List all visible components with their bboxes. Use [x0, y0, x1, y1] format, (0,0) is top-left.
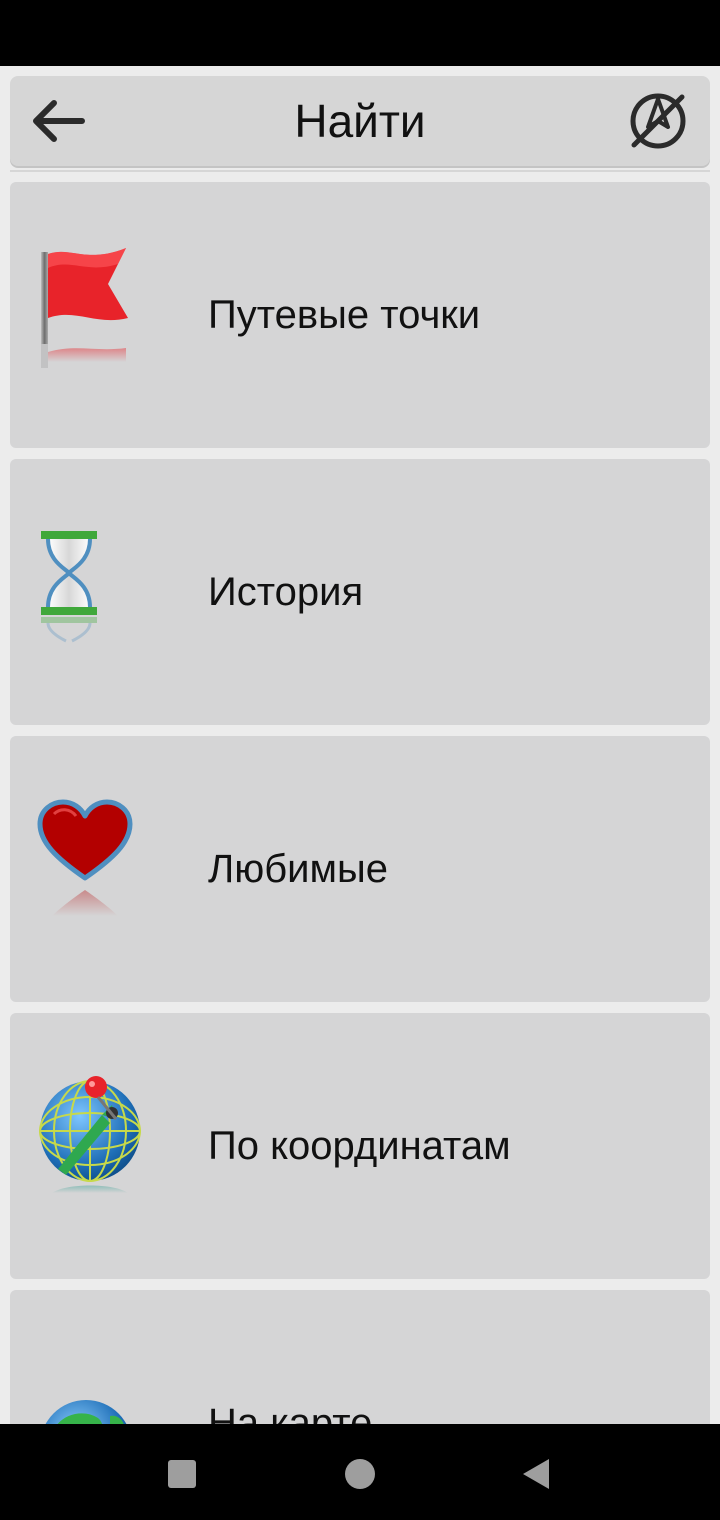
home-button[interactable]	[343, 1457, 377, 1491]
heart-icon	[36, 798, 146, 938]
menu-item-waypoints[interactable]: Путевые точки	[10, 182, 710, 448]
menu-item-history[interactable]: История	[10, 459, 710, 725]
top-bar: Найти	[10, 76, 710, 166]
system-navigation-bar	[0, 1424, 720, 1520]
home-circle-icon	[345, 1459, 375, 1489]
menu-item-label: История	[208, 570, 364, 614]
app-content: Найти Путевые точки История Любимые По к…	[0, 66, 720, 1424]
navigation-off-button[interactable]	[628, 91, 688, 151]
red-flag-icon	[36, 244, 146, 384]
back-triangle-icon	[523, 1459, 549, 1489]
menu-item-label: Путевые точки	[208, 293, 481, 337]
menu-item-on-map[interactable]: На карте	[10, 1290, 710, 1424]
hourglass-icon	[36, 521, 146, 661]
recents-button[interactable]	[165, 1457, 199, 1491]
recents-square-icon	[168, 1460, 196, 1488]
menu-item-favorites[interactable]: Любимые	[10, 736, 710, 1002]
earth-globe-icon	[36, 1352, 146, 1424]
system-back-button[interactable]	[519, 1457, 553, 1491]
header-divider	[10, 170, 710, 172]
page-title: Найти	[294, 95, 426, 147]
menu-item-label: На карте	[208, 1401, 373, 1424]
navigation-off-icon	[630, 93, 686, 149]
status-bar	[0, 0, 720, 66]
globe-pin-icon	[36, 1075, 146, 1215]
menu-item-label: По координатам	[208, 1124, 511, 1168]
menu-item-coordinates[interactable]: По координатам	[10, 1013, 710, 1279]
menu-item-label: Любимые	[208, 847, 388, 891]
